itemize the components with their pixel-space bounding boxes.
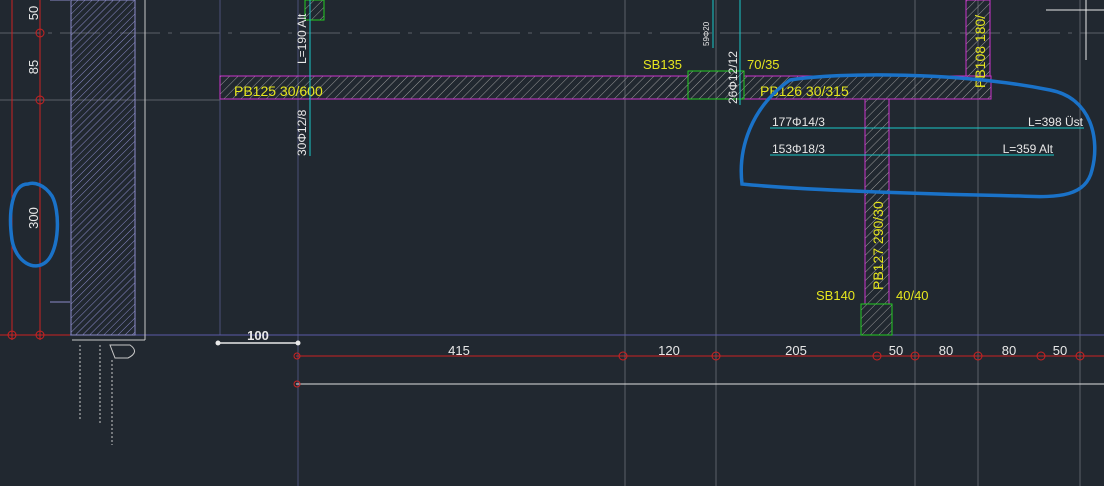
- dim-50b: 50: [1053, 343, 1067, 358]
- rebar-line1-right: L=398 Üst: [1028, 115, 1084, 129]
- rebar-line1-left: 177Φ14/3: [772, 115, 825, 129]
- grid-lines: [0, 0, 1104, 486]
- crosshair-cursor-icon: [1046, 0, 1104, 60]
- label-sb140-size: 40/40: [896, 288, 929, 303]
- left-dim-300: 300: [26, 207, 41, 229]
- label-sb140: SB140: [816, 288, 855, 303]
- dim-205: 205: [785, 343, 807, 358]
- dim-120: 120: [658, 343, 680, 358]
- rebar-line2-right: L=359 Alt: [1003, 142, 1054, 156]
- left-dim-85: 85: [26, 60, 41, 74]
- dim-80a: 80: [939, 343, 953, 358]
- dim-50a: 50: [889, 343, 903, 358]
- label-pb108: PB108 180/: [972, 15, 988, 88]
- label-pb127: PB127 290/30: [870, 201, 886, 290]
- rebar-small-bar: 59Φ20: [702, 21, 711, 46]
- drawing: 50 85 300 PB125 30/600 PB126 30/315 PB12…: [0, 0, 1104, 486]
- rebar-mid-bar: 26Φ12/12: [726, 51, 740, 104]
- label-pb126: PB126 30/315: [760, 83, 849, 99]
- rebar-line2-left: 153Φ18/3: [772, 142, 825, 156]
- label-sb135-size: 70/35: [747, 57, 780, 72]
- bottom-dimension-line: [293, 351, 1104, 388]
- dim-80b: 80: [1002, 343, 1016, 358]
- scale-label: 100: [247, 328, 269, 343]
- rebar-top-bar: L=190 Alt: [295, 13, 309, 64]
- label-sb135: SB135: [643, 57, 682, 72]
- column-sb140[interactable]: [860, 303, 893, 336]
- left-wall: [0, 0, 146, 445]
- rebar-vert-bar: 30Φ12/8: [295, 109, 309, 156]
- dim-415: 415: [448, 343, 470, 358]
- cad-canvas[interactable]: 50 85 300 PB125 30/600 PB126 30/315 PB12…: [0, 0, 1104, 486]
- left-dim-50: 50: [26, 6, 41, 20]
